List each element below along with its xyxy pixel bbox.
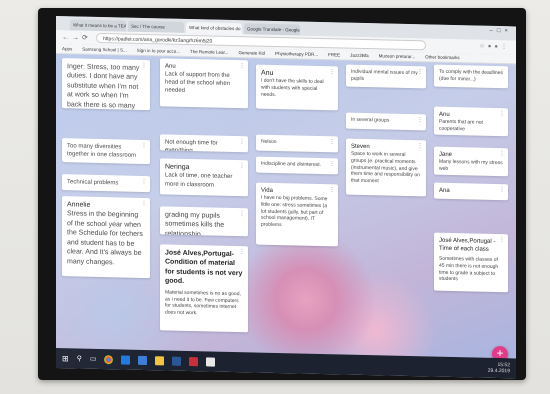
post-card[interactable]: ⋮ Ana xyxy=(434,182,508,201)
navigation-icons[interactable]: ←→⟳ xyxy=(62,33,91,42)
clock-date: 29.4.2019 xyxy=(487,367,510,375)
more-icon[interactable]: ⋮ xyxy=(329,160,335,168)
more-icon[interactable]: ⋮ xyxy=(141,178,147,186)
post-body: I don't have the skills to deal with stu… xyxy=(261,78,324,98)
explorer-icon[interactable] xyxy=(155,355,165,365)
more-icon[interactable]: ⋮ xyxy=(417,142,423,150)
post-body: grading my pupils sometimes kills the re… xyxy=(165,211,225,237)
post-card[interactable]: ⋮ Anu I don't have the skills to deal wi… xyxy=(256,64,338,111)
post-body: Indiscipline and disinterest. xyxy=(261,160,322,169)
more-icon[interactable]: ⋮ xyxy=(499,150,505,158)
more-icon[interactable]: ⋮ xyxy=(141,200,147,208)
post-body: To comply with the deadlines (due for mi… xyxy=(439,68,503,83)
post-body: In several groups xyxy=(351,116,390,124)
post-body: Space to work in several groups (e. prac… xyxy=(351,150,420,185)
post-card[interactable]: ⋮ Individual mental issues of my pupils xyxy=(346,64,426,89)
post-card[interactable]: ⋮ Nelson xyxy=(256,134,338,153)
bookmark-item[interactable]: Samsung School | S... xyxy=(82,47,126,53)
windows-start-icon[interactable]: ⊞ xyxy=(62,354,69,363)
post-title: Ana xyxy=(439,187,450,194)
bookmark-item[interactable]: Generate Kid xyxy=(239,50,266,56)
extension-icons[interactable]: ☆●●⋮ xyxy=(479,43,510,51)
post-body: Parents that are not cooperative xyxy=(439,118,483,133)
post-title: José Alves,Portugal-Condition of materia… xyxy=(165,249,243,286)
post-card[interactable]: ⋮ Inger: Stress, too many duties. I dont… xyxy=(62,58,150,111)
post-body: Stress in the beginning of the school ye… xyxy=(67,210,143,266)
post-card[interactable]: ⋮ grading my pupils sometimes kills the … xyxy=(160,206,248,237)
more-icon[interactable]: ⋮ xyxy=(329,186,335,194)
chrome-icon[interactable] xyxy=(104,354,114,364)
post-card[interactable]: ⋮ José Alves,Portugal - Time of each cla… xyxy=(434,232,508,293)
post-body: Technical problems xyxy=(67,179,119,187)
more-icon[interactable]: ⋮ xyxy=(141,142,147,150)
post-card[interactable]: ⋮ Vida I have no big problems. Some litt… xyxy=(256,182,338,247)
post-body: Many lessons with my stress web xyxy=(439,158,503,172)
post-card[interactable]: ⋮ Steven Space to work in several groups… xyxy=(346,138,426,197)
post-body: Not enough time for everything xyxy=(165,139,218,153)
more-icon[interactable]: ⋮ xyxy=(417,68,423,76)
padlet-board: ⋮ Inger: Stress, too many duties. I dont… xyxy=(56,54,516,363)
search-icon[interactable]: ⚲ xyxy=(77,354,82,362)
post-card[interactable]: ⋮ Indiscipline and disinterest. xyxy=(256,156,338,175)
bookmark-other[interactable]: Other bookmarks xyxy=(425,54,460,60)
post-body: Lack of support from the head of the sch… xyxy=(165,71,231,95)
post-card[interactable]: ⋮ To comply with the deadlines (due for … xyxy=(434,64,508,89)
more-icon[interactable]: ⋮ xyxy=(239,162,245,170)
word-icon[interactable] xyxy=(172,356,182,366)
more-icon[interactable]: ⋮ xyxy=(329,138,335,146)
more-icon[interactable]: ⋮ xyxy=(329,68,335,76)
post-body: Too many diversities together in one cla… xyxy=(67,143,137,159)
post-card[interactable]: ⋮ Anu Parents that are not cooperative xyxy=(434,106,508,137)
post-body: I have no big problems. Some little one:… xyxy=(261,194,328,229)
bookmark-item[interactable]: The Remote Lear... xyxy=(190,49,229,55)
post-card[interactable]: ⋮ Not enough time for everything xyxy=(160,134,248,153)
post-card[interactable]: ⋮ Jane Many lessons with my stress web xyxy=(434,146,508,177)
app-icon[interactable] xyxy=(206,356,216,367)
bookmark-apps[interactable]: Apps xyxy=(62,46,72,51)
more-icon[interactable]: ⋮ xyxy=(499,68,505,76)
post-title: José Alves,Portugal - Time of each class xyxy=(439,237,496,253)
post-body: Nelson xyxy=(261,138,277,146)
more-icon[interactable]: ⋮ xyxy=(499,236,505,244)
more-icon[interactable]: ⋮ xyxy=(499,186,505,194)
post-card[interactable]: ⋮ Neringa Lack of time, one teacher more… xyxy=(160,158,248,197)
post-body: Inger: Stress, too many duties. I dont h… xyxy=(67,63,140,110)
more-icon[interactable]: ⋮ xyxy=(499,110,505,118)
post-card[interactable]: ⋮ Annelie Stress in the beginning of the… xyxy=(62,196,150,279)
post-body: Individual mental issues of my pupils xyxy=(351,68,418,82)
more-icon[interactable]: ⋮ xyxy=(417,116,423,124)
post-body: Sometimes with classes of 45 min there i… xyxy=(439,255,499,283)
bookmark-item[interactable]: Sign in to your accu... xyxy=(137,48,180,54)
more-icon[interactable]: ⋮ xyxy=(141,62,147,70)
more-icon[interactable]: ⋮ xyxy=(239,138,245,146)
bookmark-item[interactable]: FREE xyxy=(328,52,340,57)
more-icon[interactable]: ⋮ xyxy=(239,210,245,218)
bookmark-item[interactable]: Physiotherapy PDR... xyxy=(275,51,318,57)
app-icon[interactable] xyxy=(189,356,199,366)
store-icon[interactable] xyxy=(138,355,148,365)
post-card[interactable]: ⋮ In several groups xyxy=(346,112,426,131)
window-controls[interactable]: –□× xyxy=(490,28,512,35)
task-view-icon[interactable]: ▭ xyxy=(90,355,97,363)
bookmark-item[interactable]: Jazz2Bfa xyxy=(350,53,369,58)
post-card[interactable]: ⋮ Too many diversities together in one c… xyxy=(62,138,150,165)
more-icon[interactable]: ⋮ xyxy=(239,248,245,256)
system-tray[interactable]: 15:52 29.4.2019 xyxy=(487,362,510,375)
post-card[interactable]: ⋮ José Alves,Portugal-Condition of mater… xyxy=(160,244,248,333)
post-card[interactable]: ⋮ Anu Lack of support from the head of t… xyxy=(160,58,248,109)
post-card[interactable]: ⋮ Technical problems xyxy=(62,174,150,193)
edge-icon[interactable] xyxy=(121,354,131,365)
screen: What it means to be a TEACHER? Sec / The… xyxy=(56,16,516,379)
post-body: Lack of time, one teacher more in classr… xyxy=(165,172,233,189)
post-body: Material sometimes is no as good, as i n… xyxy=(165,289,241,317)
bookmark-item[interactable]: Muzeon preturar... xyxy=(379,53,416,59)
more-icon[interactable]: ⋮ xyxy=(239,62,245,70)
